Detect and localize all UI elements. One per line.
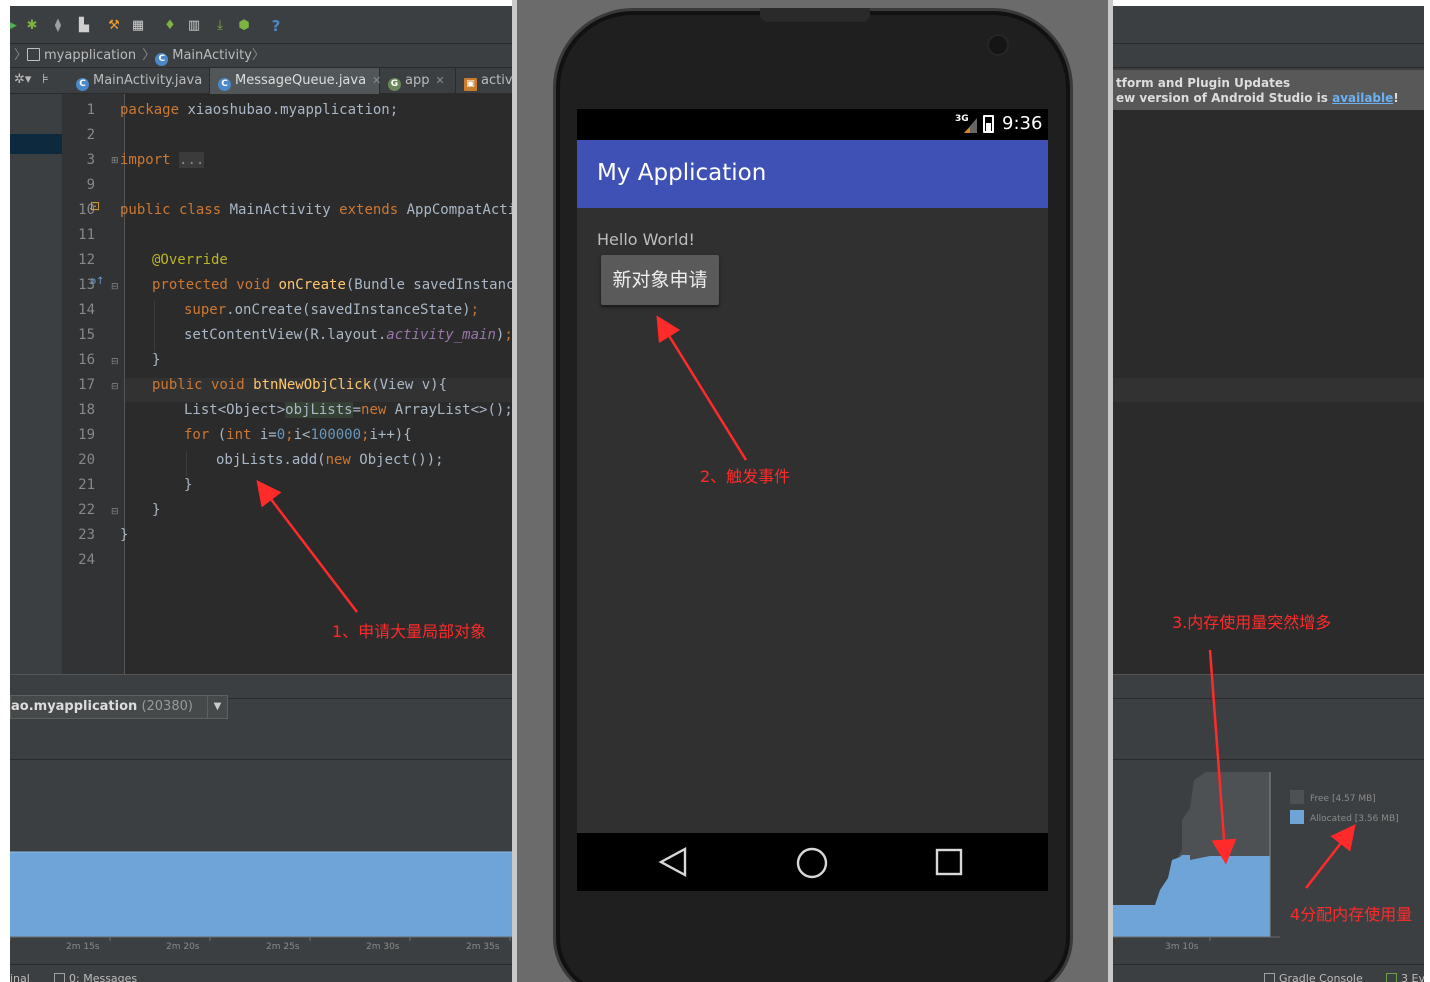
arrow-4: [1305, 824, 1356, 889]
annotation-arrows: [256, 315, 1356, 889]
arrow-3: [1208, 649, 1237, 865]
annotation-1: 1、申请大量局部对象: [332, 622, 487, 641]
annotation-3: 3.内存使用量突然增多: [1172, 613, 1332, 632]
annotation-4: 4分配内存使用量: [1290, 905, 1413, 924]
annotation-2: 2、触发事件: [700, 467, 791, 486]
arrow-2: [656, 315, 748, 461]
arrow-1: [256, 480, 358, 613]
